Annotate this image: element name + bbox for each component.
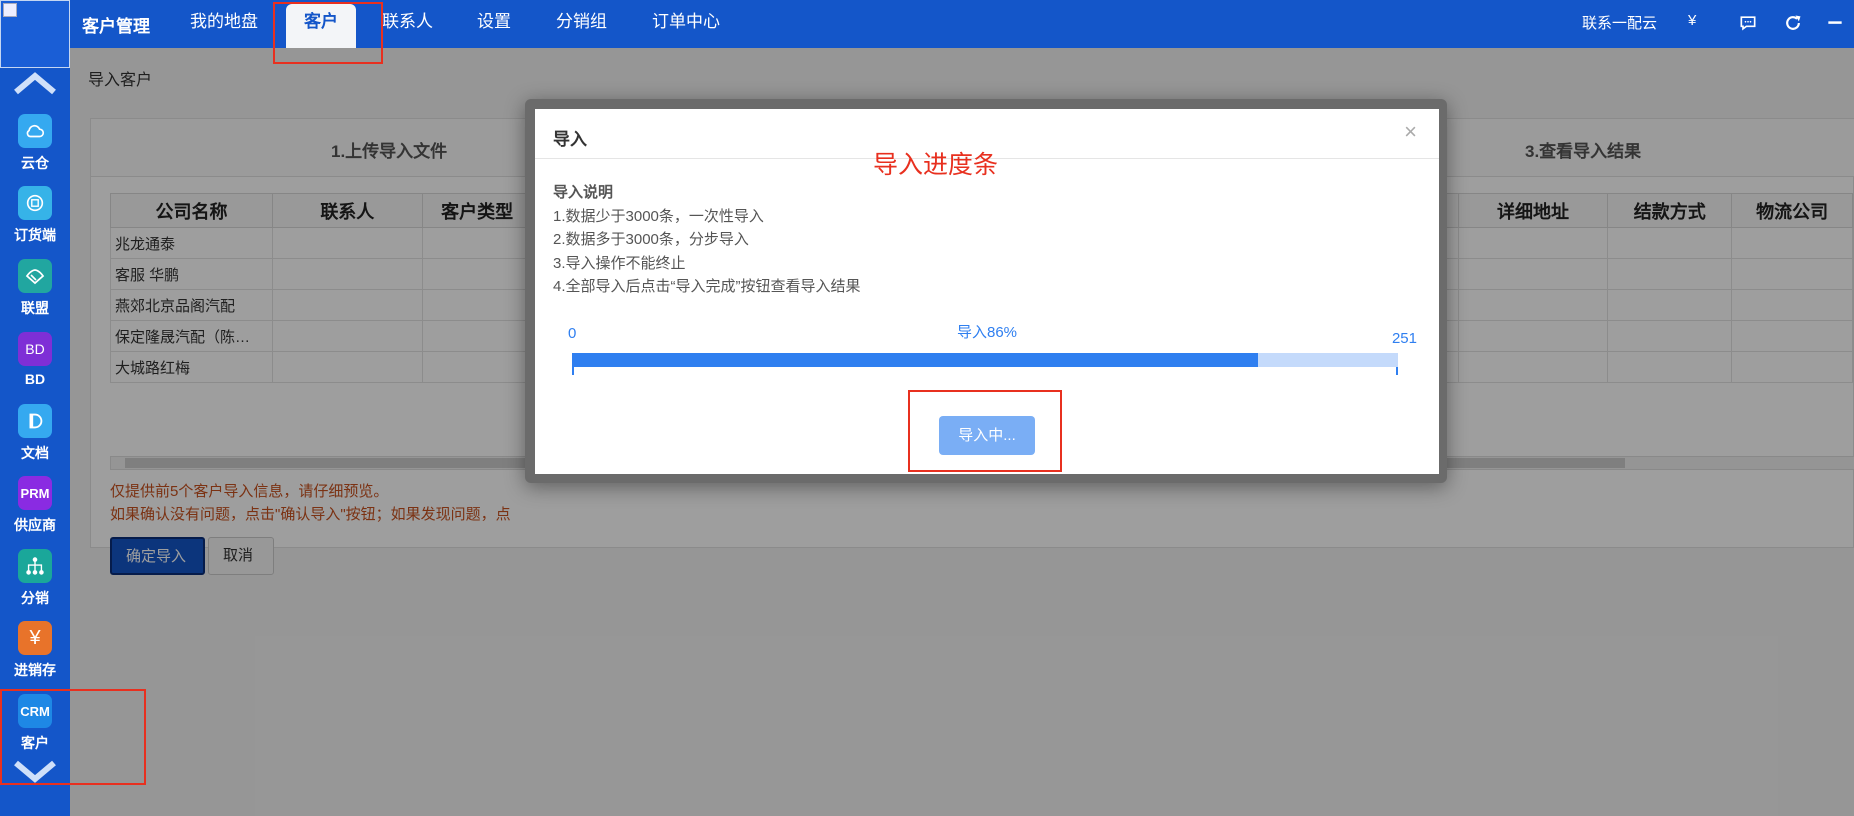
crm-icon: CRM [18, 694, 52, 728]
progress-tick-end [1396, 367, 1398, 375]
tab-customer[interactable]: 客户 [286, 4, 356, 48]
importing-button[interactable]: 导入中... [939, 416, 1035, 455]
rail-item-order[interactable]: 订货端 [0, 182, 70, 252]
currency-button[interactable]: ¥ [1688, 12, 1696, 29]
instructions-heading: 导入说明 [553, 184, 614, 201]
rail-item-label: 云仓 [21, 155, 49, 171]
rail-item-label: 进销存 [14, 662, 56, 678]
rail-scroll-down-button[interactable] [0, 755, 70, 789]
company-name[interactable]: 联系一配云 [1582, 12, 1657, 33]
refresh-icon[interactable] [1782, 12, 1804, 34]
order-icon [18, 186, 52, 220]
rail-item-label: 联盟 [21, 300, 49, 316]
instruction-line: 4.全部导入后点击“导入完成”按钮查看导入结果 [553, 278, 861, 295]
import-modal: 导入 × 导入进度条 导入说明 1.数据少于3000条，一次性导入 2.数据多于… [535, 109, 1439, 474]
top-nav-bar: 客户管理 我的地盘 客户 联系人 设置 分销组 订单中心 联系一配云 ¥ [70, 0, 1854, 48]
rail-item-cloud[interactable]: 云仓 [0, 110, 70, 180]
rail-item-bd[interactable]: BD BD [0, 328, 70, 398]
prm-icon: PRM [18, 476, 52, 510]
cloud-icon [18, 114, 52, 148]
modal-title: 导入 [553, 130, 587, 149]
tab-settings[interactable]: 设置 [459, 4, 529, 48]
message-icon[interactable] [1737, 12, 1759, 34]
handshake-icon [18, 259, 52, 293]
bd-icon: BD [18, 332, 52, 366]
progress-label: 导入86% [956, 324, 1018, 341]
instruction-line: 3.导入操作不能终止 [553, 254, 686, 272]
progress-bar [572, 353, 1398, 367]
tab-distribution-group[interactable]: 分销组 [538, 4, 625, 48]
tab-contacts[interactable]: 联系人 [364, 4, 451, 48]
progress-max: 251 [1391, 330, 1417, 347]
broken-image-icon [3, 3, 17, 17]
import-instructions: 导入说明 1.数据少于3000条，一次性导入 2.数据多于3000条，分步导入 … [553, 181, 861, 299]
rail-item-customer[interactable]: CRM 客户 [0, 690, 70, 760]
progress-tick-start [572, 367, 574, 375]
instruction-line: 2.数据多于3000条，分步导入 [553, 231, 749, 248]
rail-item-label: 供应商 [14, 517, 56, 533]
rail-scroll-up-button[interactable] [0, 66, 70, 100]
rail-item-label: 订货端 [14, 227, 56, 243]
tab-order-center[interactable]: 订单中心 [634, 4, 738, 48]
chevron-down-icon [14, 760, 56, 783]
app-title: 客户管理 [82, 17, 150, 36]
yen-icon: ¥ [18, 621, 52, 655]
app-rail: 云仓 订货端 联盟 BD BD 文档 PRM 供应商 分销 ¥ 进销存 CRM [0, 0, 70, 816]
rail-item-label: 客户 [21, 735, 49, 751]
rail-item-distribution[interactable]: 分销 [0, 545, 70, 615]
rail-item-alliance[interactable]: 联盟 [0, 255, 70, 325]
close-icon[interactable]: × [1404, 119, 1417, 145]
rail-item-label: 分销 [21, 590, 49, 606]
rail-item-label: BD [24, 371, 46, 387]
rail-item-inventory[interactable]: ¥ 进销存 [0, 617, 70, 687]
chevron-up-icon [14, 72, 56, 95]
progress-annotation: 导入进度条 [873, 151, 999, 179]
app-logo [0, 0, 70, 68]
document-icon [18, 404, 52, 438]
tab-my-territory[interactable]: 我的地盘 [172, 4, 276, 48]
rail-item-docs[interactable]: 文档 [0, 400, 70, 470]
minimize-icon[interactable] [1824, 12, 1846, 34]
instruction-line: 1.数据少于3000条，一次性导入 [553, 207, 764, 225]
rail-item-supplier[interactable]: PRM 供应商 [0, 472, 70, 542]
distribution-icon [18, 549, 52, 583]
rail-item-label: 文档 [21, 445, 49, 461]
progress-fill [572, 353, 1258, 367]
